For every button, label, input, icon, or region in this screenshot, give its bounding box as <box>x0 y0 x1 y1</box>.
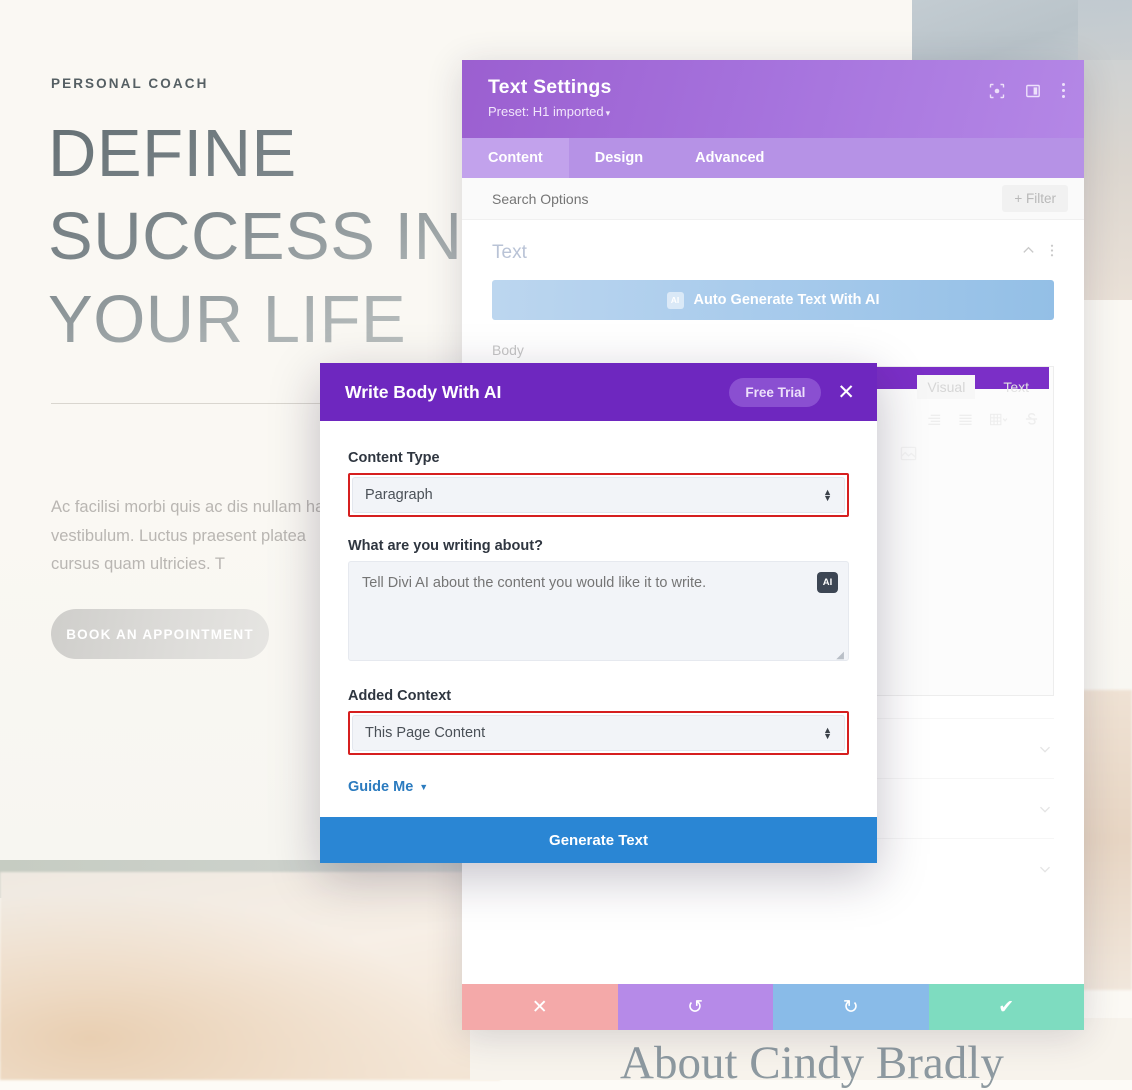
added-context-select[interactable]: This Page Content ▲▼ <box>352 715 845 751</box>
panel-preset-selector[interactable]: Preset: H1 imported▾ <box>488 104 1062 119</box>
tab-text[interactable]: Text <box>993 375 1039 399</box>
content-type-highlight: Paragraph ▲▼ <box>348 473 849 517</box>
hero-eyebrow: PERSONAL COACH <box>51 76 208 91</box>
added-context-label: Added Context <box>348 688 849 704</box>
save-changes-button[interactable]: ✔ <box>929 984 1085 1030</box>
body-field-label: Body <box>492 342 1054 358</box>
plus-icon: + <box>1014 191 1022 206</box>
tab-advanced[interactable]: Advanced <box>669 138 790 178</box>
text-section-header: Text <box>492 220 1054 280</box>
chevron-down-icon: ▾ <box>606 108 611 118</box>
ai-modal-header-actions: Free Trial ✕ <box>729 378 855 407</box>
prompt-label: What are you writing about? <box>348 538 849 554</box>
generate-text-button[interactable]: Generate Text <box>320 817 877 863</box>
tab-design[interactable]: Design <box>569 138 669 178</box>
strikethrough-icon[interactable] <box>1024 411 1039 432</box>
ai-modal-header: Write Body With AI Free Trial ✕ <box>320 363 877 421</box>
prompt-textarea[interactable] <box>348 561 849 661</box>
editor-toolbar <box>927 411 1039 432</box>
settings-tabs: Content Design Advanced <box>462 138 1084 178</box>
guide-me-label: Guide Me <box>348 779 413 795</box>
added-context-highlight: This Page Content ▲▼ <box>348 711 849 755</box>
ai-modal-body: Content Type Paragraph ▲▼ What are you w… <box>320 421 877 796</box>
ai-icon[interactable]: AI <box>817 572 838 593</box>
chevron-down-icon-row-2 <box>1036 800 1054 818</box>
panel-preset-label: Preset: H1 imported <box>488 104 604 119</box>
write-body-with-ai-modal: Write Body With AI Free Trial ✕ Content … <box>320 363 877 863</box>
text-section-title: Text <box>492 242 527 264</box>
settings-panel-footer: ✕ ↺ ↻ ✔ <box>462 984 1084 1030</box>
filter-button-label: Filter <box>1026 191 1056 206</box>
align-justify-icon[interactable] <box>958 412 973 432</box>
settings-panel-header: Text Settings Preset: H1 imported▾ <box>462 60 1084 138</box>
tab-visual[interactable]: Visual <box>917 375 975 399</box>
content-type-label: Content Type <box>348 450 849 466</box>
close-icon[interactable]: ✕ <box>837 382 855 403</box>
panel-title: Text Settings <box>488 76 1062 99</box>
prompt-field-wrapper: AI ◢ <box>348 561 849 666</box>
chevron-down-icon-row-1 <box>1036 740 1054 758</box>
editor-mode-tabs: Visual Text <box>917 375 1039 399</box>
textarea-resize-handle[interactable]: ◢ <box>836 650 844 661</box>
search-options-row: + Filter <box>462 178 1084 220</box>
redo-button[interactable]: ↻ <box>773 984 929 1030</box>
ai-modal-title: Write Body With AI <box>345 382 501 403</box>
filter-button[interactable]: + Filter <box>1002 185 1068 212</box>
search-options-input[interactable] <box>492 191 872 207</box>
align-right-icon[interactable] <box>927 412 942 432</box>
panel-header-actions <box>989 82 1066 99</box>
chevron-up-icon[interactable] <box>1021 243 1036 263</box>
focus-icon[interactable] <box>989 83 1005 99</box>
add-media-icon[interactable] <box>900 445 917 467</box>
hero-photo-bottom-left <box>0 872 500 1080</box>
content-type-select[interactable]: Paragraph ▲▼ <box>352 477 845 513</box>
free-trial-badge[interactable]: Free Trial <box>729 378 821 407</box>
added-context-value: This Page Content <box>365 725 485 741</box>
about-section-title: About Cindy Bradly <box>620 1036 1004 1090</box>
select-arrows-icon: ▲▼ <box>823 727 832 739</box>
more-options-icon[interactable] <box>1061 82 1066 99</box>
book-appointment-button[interactable]: BOOK AN APPOINTMENT <box>51 609 269 659</box>
guide-me-toggle[interactable]: Guide Me ▼ <box>348 779 428 795</box>
tab-content[interactable]: Content <box>462 138 569 178</box>
hero-heading: DEFINE SUCCESS IN YOUR LIFE <box>48 112 478 361</box>
content-type-value: Paragraph <box>365 487 433 503</box>
ai-icon: AI <box>667 292 684 309</box>
select-arrows-icon: ▲▼ <box>823 489 832 501</box>
auto-generate-label: Auto Generate Text With AI <box>694 292 880 308</box>
text-section-actions <box>1021 243 1054 263</box>
hero-body-text: Ac facilisi morbi quis ac dis nullam hac… <box>51 493 351 579</box>
layout-panel-icon[interactable] <box>1025 83 1041 99</box>
caret-down-icon: ▼ <box>419 782 428 792</box>
undo-button[interactable]: ↺ <box>618 984 774 1030</box>
hero-photo-right-edge <box>1078 0 1132 300</box>
auto-generate-text-with-ai-button[interactable]: AI Auto Generate Text With AI <box>492 280 1054 320</box>
section-more-options-icon[interactable] <box>1050 243 1054 263</box>
discard-changes-button[interactable]: ✕ <box>462 984 618 1030</box>
table-icon[interactable] <box>989 412 1008 432</box>
chevron-down-icon-row-3 <box>1036 860 1054 878</box>
